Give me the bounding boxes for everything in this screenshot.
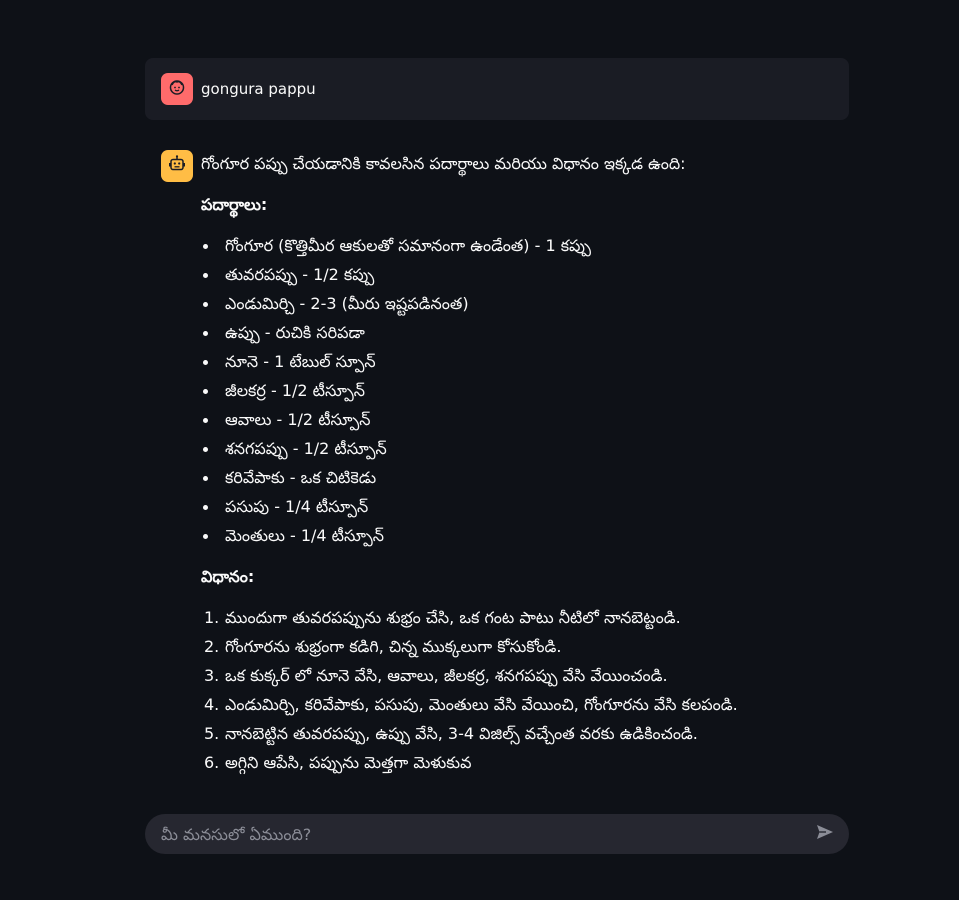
list-item: 1. ముందుగా తువరపప్పును శుభ్రం చేసి, ఒక గం…	[201, 603, 738, 632]
ingredients-list: గోంగూర (కొత్తిమీర ఆకులతో సమానంగా ఉండేంత)…	[201, 231, 738, 550]
assistant-intro: గోంగూర పప్పు చేయడానికి కావలసిన పదార్థాలు…	[201, 154, 686, 173]
list-item: 3. ఒక కుక్కర్ లో నూనె వేసి, ఆవాలు, జీలకర్…	[201, 661, 738, 690]
assistant-avatar	[161, 150, 193, 182]
step-text: గోంగూరను శుభ్రంగా కడిగి, చిన్న ముక్కలుగా…	[225, 637, 562, 656]
step-text: నానబెట్టిన తువరపప్పు, ఉప్పు వేసి, 3-4 వి…	[225, 724, 698, 743]
list-item: ఉప్పు - రుచికి సరిపడా	[201, 318, 738, 347]
list-item: శనగపప్పు - 1/2 టీస్పూన్	[201, 434, 738, 463]
send-button[interactable]	[813, 822, 837, 846]
list-item: నూనె - 1 టేబుల్ స్పూన్	[201, 347, 738, 376]
step-number: 6.	[204, 753, 220, 772]
send-icon	[815, 822, 835, 846]
list-item: గోంగూర (కొత్తిమీర ఆకులతో సమానంగా ఉండేంత)…	[201, 231, 738, 260]
step-number: 4.	[204, 695, 220, 714]
list-item: 5. నానబెట్టిన తువరపప్పు, ఉప్పు వేసి, 3-4 …	[201, 719, 738, 748]
step-text: ఒక కుక్కర్ లో నూనె వేసి, ఆవాలు, జీలకర్ర,…	[225, 666, 668, 685]
list-item: ఎండుమిర్చి - 2-3 (మీరు ఇష్టపడినంత)	[201, 289, 738, 318]
list-item: మెంతులు - 1/4 టీస్పూన్	[201, 521, 738, 550]
chat-input-bar	[145, 814, 849, 854]
robot-icon	[167, 154, 187, 178]
assistant-message: గోంగూర పప్పు చేయడానికి కావలసిన పదార్థాలు…	[161, 150, 849, 777]
chat-input[interactable]	[161, 824, 813, 844]
list-item: జీలకర్ర - 1/2 టీస్పూన్	[201, 376, 738, 405]
step-text: అగ్గిని ఆపేసి, పప్పును మెత్తగా మెళుకువ	[225, 753, 472, 772]
user-message: gongura pappu	[145, 58, 849, 120]
list-item: తువరపప్పు - 1/2 కప్పు	[201, 260, 738, 289]
list-item: 6. అగ్గిని ఆపేసి, పప్పును మెత్తగా మెళుకువ	[201, 748, 738, 777]
assistant-message-content: గోంగూర పప్పు చేయడానికి కావలసిన పదార్థాలు…	[201, 150, 738, 777]
list-item: 2. గోంగూరను శుభ్రంగా కడిగి, చిన్న ముక్కలు…	[201, 632, 738, 661]
step-text: ఎండుమిర్చి, కరివేపాకు, పసుపు, మెంతులు వే…	[225, 695, 738, 714]
list-item: పసుపు - 1/4 టీస్పూన్	[201, 492, 738, 521]
user-message-text: gongura pappu	[201, 80, 316, 98]
user-avatar	[161, 73, 193, 105]
ingredients-heading: పదార్థాలు:	[201, 195, 268, 214]
face-icon	[167, 77, 187, 101]
step-number: 1.	[204, 608, 220, 627]
step-number: 3.	[204, 666, 220, 685]
list-item: కరివేపాకు - ఒక చిటికెడు	[201, 463, 738, 492]
step-number: 5.	[204, 724, 220, 743]
list-item: 4. ఎండుమిర్చి, కరివేపాకు, పసుపు, మెంతులు …	[201, 690, 738, 719]
method-heading: విధానం:	[201, 567, 255, 586]
list-item: ఆవాలు - 1/2 టీస్పూన్	[201, 405, 738, 434]
method-steps-list: 1. ముందుగా తువరపప్పును శుభ్రం చేసి, ఒక గం…	[201, 603, 738, 777]
step-text: ముందుగా తువరపప్పును శుభ్రం చేసి, ఒక గంట …	[225, 608, 681, 627]
step-number: 2.	[204, 637, 220, 656]
